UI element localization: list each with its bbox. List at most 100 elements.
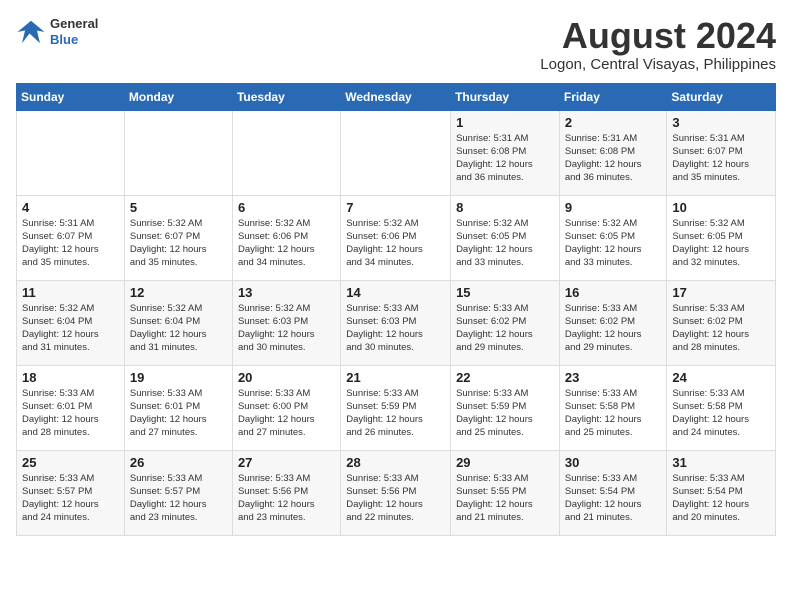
calendar-cell: 15 Sunrise: 5:33 AM Sunset: 6:02 PM Dayli… — [451, 280, 560, 365]
calendar-cell: 6Sunrise: 5:32 AM Sunset: 6:06 PM Daylig… — [232, 195, 340, 280]
day-info: Sunrise: 5:33 AM Sunset: 6:00 PM Dayligh… — [238, 387, 335, 440]
day-info: Sunrise: 5:33 AM Sunset: 5:56 PM Dayligh… — [238, 472, 335, 525]
day-info: Sunrise: 5:31 AM Sunset: 6:08 PM Dayligh… — [565, 132, 662, 185]
day-info: Sunrise: 5:33 AM Sunset: 6:02 PM Dayligh… — [565, 302, 662, 355]
logo-text: General Blue — [50, 16, 98, 47]
calendar-cell: 14 Sunrise: 5:33 AM Sunset: 6:03 PM Dayli… — [341, 280, 451, 365]
calendar-cell: 5 Sunrise: 5:32 AM Sunset: 6:07 PM Daylig… — [124, 195, 232, 280]
day-number: 4 — [22, 200, 119, 215]
calendar-cell: 3 Sunrise: 5:31 AM Sunset: 6:07 PM Daylig… — [667, 110, 776, 195]
header-row: SundayMondayTuesdayWednesdayThursdayFrid… — [17, 83, 776, 110]
page-title: August 2024 — [540, 16, 776, 56]
weekday-header: Thursday — [451, 83, 560, 110]
day-info: Sunrise: 5:33 AM Sunset: 5:54 PM Dayligh… — [565, 472, 662, 525]
weekday-header: Monday — [124, 83, 232, 110]
calendar-cell: 8Sunrise: 5:32 AM Sunset: 6:05 PM Daylig… — [451, 195, 560, 280]
day-number: 25 — [22, 455, 119, 470]
day-number: 21 — [346, 370, 445, 385]
calendar-cell — [341, 110, 451, 195]
logo-bird-icon — [16, 17, 46, 47]
day-number: 20 — [238, 370, 335, 385]
day-info: Sunrise: 5:33 AM Sunset: 5:55 PM Dayligh… — [456, 472, 554, 525]
calendar-week-row: 4 Sunrise: 5:31 AM Sunset: 6:07 PM Daylig… — [17, 195, 776, 280]
weekday-header: Sunday — [17, 83, 125, 110]
day-number: 14 — [346, 285, 445, 300]
day-info: Sunrise: 5:33 AM Sunset: 5:58 PM Dayligh… — [565, 387, 662, 440]
day-info: Sunrise: 5:31 AM Sunset: 6:08 PM Dayligh… — [456, 132, 554, 185]
calendar-cell: 7 Sunrise: 5:32 AM Sunset: 6:06 PM Daylig… — [341, 195, 451, 280]
calendar-cell: 24 Sunrise: 5:33 AM Sunset: 5:58 PM Dayli… — [667, 365, 776, 450]
logo-general: General — [50, 16, 98, 32]
day-info: Sunrise: 5:33 AM Sunset: 5:56 PM Dayligh… — [346, 472, 445, 525]
day-number: 17 — [672, 285, 770, 300]
logo: General Blue — [16, 16, 98, 47]
day-info: Sunrise: 5:32 AM Sunset: 6:07 PM Dayligh… — [130, 217, 227, 270]
calendar-cell: 18Sunrise: 5:33 AM Sunset: 6:01 PM Dayli… — [17, 365, 125, 450]
day-number: 31 — [672, 455, 770, 470]
calendar-cell: 13Sunrise: 5:32 AM Sunset: 6:03 PM Dayli… — [232, 280, 340, 365]
day-number: 29 — [456, 455, 554, 470]
calendar-cell: 27Sunrise: 5:33 AM Sunset: 5:56 PM Dayli… — [232, 450, 340, 535]
day-number: 3 — [672, 115, 770, 130]
day-info: Sunrise: 5:32 AM Sunset: 6:06 PM Dayligh… — [238, 217, 335, 270]
day-info: Sunrise: 5:33 AM Sunset: 5:57 PM Dayligh… — [22, 472, 119, 525]
calendar-cell: 22Sunrise: 5:33 AM Sunset: 5:59 PM Dayli… — [451, 365, 560, 450]
day-number: 24 — [672, 370, 770, 385]
calendar-cell: 29 Sunrise: 5:33 AM Sunset: 5:55 PM Dayli… — [451, 450, 560, 535]
calendar-cell — [17, 110, 125, 195]
page-subtitle: Logon, Central Visayas, Philippines — [540, 56, 776, 73]
calendar-cell: 17 Sunrise: 5:33 AM Sunset: 6:02 PM Dayli… — [667, 280, 776, 365]
day-info: Sunrise: 5:31 AM Sunset: 6:07 PM Dayligh… — [22, 217, 119, 270]
day-info: Sunrise: 5:33 AM Sunset: 5:58 PM Dayligh… — [672, 387, 770, 440]
day-number: 5 — [130, 200, 227, 215]
day-number: 28 — [346, 455, 445, 470]
day-info: Sunrise: 5:33 AM Sunset: 6:02 PM Dayligh… — [456, 302, 554, 355]
day-info: Sunrise: 5:33 AM Sunset: 5:59 PM Dayligh… — [456, 387, 554, 440]
weekday-header: Wednesday — [341, 83, 451, 110]
day-info: Sunrise: 5:32 AM Sunset: 6:06 PM Dayligh… — [346, 217, 445, 270]
calendar-table: SundayMondayTuesdayWednesdayThursdayFrid… — [16, 83, 776, 536]
calendar-cell: 30 Sunrise: 5:33 AM Sunset: 5:54 PM Dayli… — [559, 450, 667, 535]
day-number: 30 — [565, 455, 662, 470]
calendar-cell — [124, 110, 232, 195]
day-info: Sunrise: 5:32 AM Sunset: 6:04 PM Dayligh… — [130, 302, 227, 355]
calendar-cell: 4 Sunrise: 5:31 AM Sunset: 6:07 PM Daylig… — [17, 195, 125, 280]
day-number: 1 — [456, 115, 554, 130]
calendar-week-row: 1 Sunrise: 5:31 AM Sunset: 6:08 PM Daylig… — [17, 110, 776, 195]
title-block: August 2024 Logon, Central Visayas, Phil… — [540, 16, 776, 73]
day-info: Sunrise: 5:32 AM Sunset: 6:04 PM Dayligh… — [22, 302, 119, 355]
day-number: 11 — [22, 285, 119, 300]
day-number: 7 — [346, 200, 445, 215]
calendar-cell: 10Sunrise: 5:32 AM Sunset: 6:05 PM Dayli… — [667, 195, 776, 280]
day-number: 10 — [672, 200, 770, 215]
day-info: Sunrise: 5:32 AM Sunset: 6:05 PM Dayligh… — [456, 217, 554, 270]
day-info: Sunrise: 5:31 AM Sunset: 6:07 PM Dayligh… — [672, 132, 770, 185]
weekday-header: Friday — [559, 83, 667, 110]
calendar-cell: 11 Sunrise: 5:32 AM Sunset: 6:04 PM Dayli… — [17, 280, 125, 365]
day-info: Sunrise: 5:32 AM Sunset: 6:05 PM Dayligh… — [565, 217, 662, 270]
page-header: General Blue August 2024 Logon, Central … — [16, 16, 776, 73]
day-info: Sunrise: 5:33 AM Sunset: 6:01 PM Dayligh… — [130, 387, 227, 440]
calendar-cell: 23 Sunrise: 5:33 AM Sunset: 5:58 PM Dayli… — [559, 365, 667, 450]
calendar-cell: 28 Sunrise: 5:33 AM Sunset: 5:56 PM Dayli… — [341, 450, 451, 535]
day-number: 23 — [565, 370, 662, 385]
day-number: 19 — [130, 370, 227, 385]
day-info: Sunrise: 5:33 AM Sunset: 6:03 PM Dayligh… — [346, 302, 445, 355]
day-number: 15 — [456, 285, 554, 300]
calendar-cell — [232, 110, 340, 195]
calendar-cell: 19 Sunrise: 5:33 AM Sunset: 6:01 PM Dayli… — [124, 365, 232, 450]
day-number: 12 — [130, 285, 227, 300]
calendar-cell: 2Sunrise: 5:31 AM Sunset: 6:08 PM Daylig… — [559, 110, 667, 195]
day-number: 13 — [238, 285, 335, 300]
calendar-week-row: 25 Sunrise: 5:33 AM Sunset: 5:57 PM Dayli… — [17, 450, 776, 535]
calendar-cell: 16Sunrise: 5:33 AM Sunset: 6:02 PM Dayli… — [559, 280, 667, 365]
day-number: 26 — [130, 455, 227, 470]
calendar-week-row: 11 Sunrise: 5:32 AM Sunset: 6:04 PM Dayli… — [17, 280, 776, 365]
day-info: Sunrise: 5:33 AM Sunset: 6:02 PM Dayligh… — [672, 302, 770, 355]
calendar-cell: 9 Sunrise: 5:32 AM Sunset: 6:05 PM Daylig… — [559, 195, 667, 280]
weekday-header: Saturday — [667, 83, 776, 110]
calendar-cell: 1 Sunrise: 5:31 AM Sunset: 6:08 PM Daylig… — [451, 110, 560, 195]
day-number: 9 — [565, 200, 662, 215]
day-info: Sunrise: 5:33 AM Sunset: 5:59 PM Dayligh… — [346, 387, 445, 440]
day-info: Sunrise: 5:33 AM Sunset: 5:54 PM Dayligh… — [672, 472, 770, 525]
